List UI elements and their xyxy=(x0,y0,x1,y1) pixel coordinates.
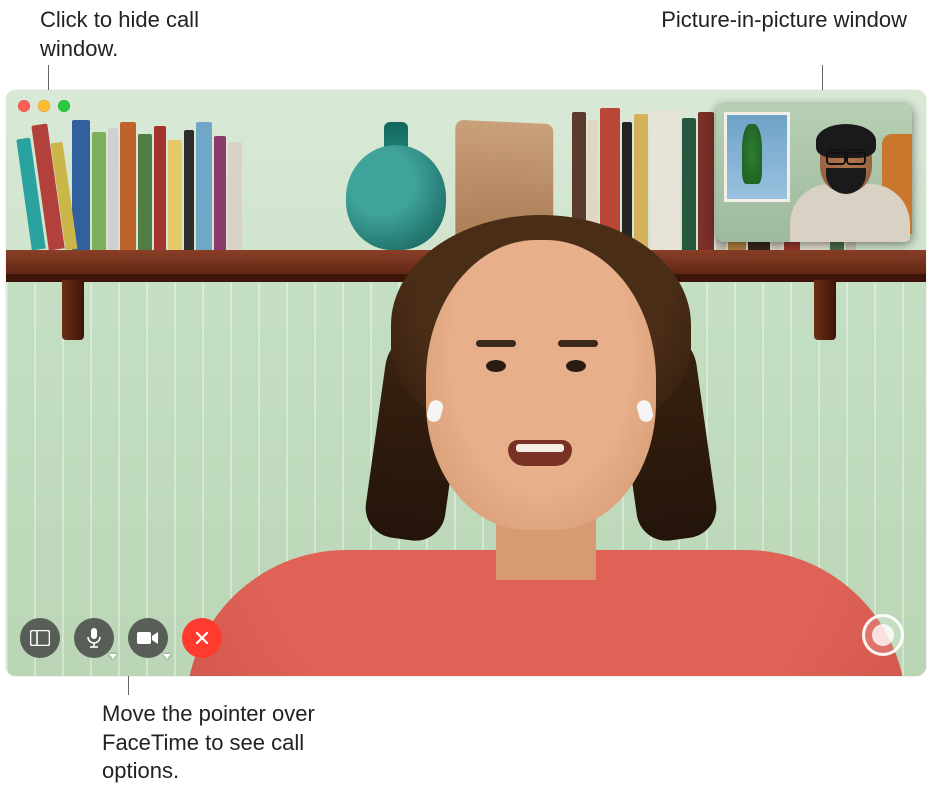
microphone-icon xyxy=(87,628,101,648)
sidebar-icon xyxy=(30,630,50,646)
pip-self-view[interactable] xyxy=(716,104,912,242)
call-controls xyxy=(20,618,222,658)
chevron-down-icon xyxy=(163,654,171,659)
callout-hide-window: Click to hide call window. xyxy=(40,6,260,63)
video-icon xyxy=(137,631,159,645)
close-icon xyxy=(195,631,209,645)
mute-button[interactable] xyxy=(74,618,114,658)
fullscreen-window-button[interactable] xyxy=(58,100,70,112)
live-photo-button[interactable] xyxy=(862,614,904,656)
callout-pip: Picture-in-picture window xyxy=(647,6,907,35)
remote-participant xyxy=(306,220,826,676)
callout-pointer-options: Move the pointer over FaceTime to see ca… xyxy=(102,700,382,786)
minimize-window-button[interactable] xyxy=(38,100,50,112)
sidebar-toggle-button[interactable] xyxy=(20,618,60,658)
chevron-down-icon xyxy=(109,654,117,659)
close-window-button[interactable] xyxy=(18,100,30,112)
facetime-window xyxy=(6,90,926,676)
camera-button[interactable] xyxy=(128,618,168,658)
window-controls xyxy=(18,100,70,112)
end-call-button[interactable] xyxy=(182,618,222,658)
